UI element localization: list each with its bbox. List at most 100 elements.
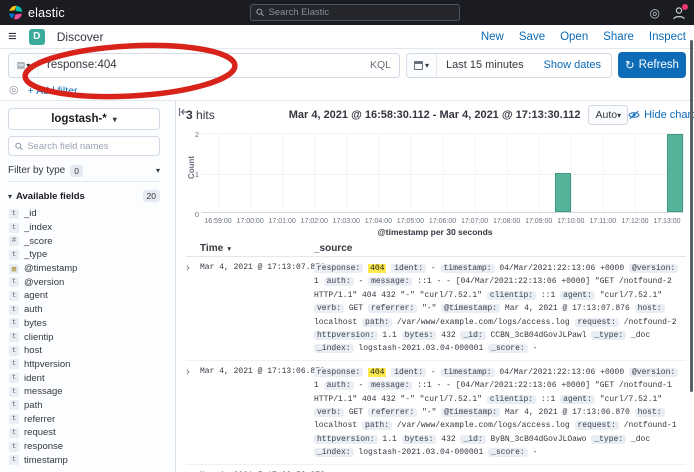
field-list-item[interactable]: tauth: [9, 303, 175, 317]
x-tick-label: 17:12:00: [621, 218, 648, 225]
expand-doc-icon[interactable]: ›: [186, 262, 200, 356]
field-list-item[interactable]: thost: [9, 344, 175, 358]
y-tick-label: 0: [185, 210, 199, 219]
hide-chart-button[interactable]: Hide chart: [628, 109, 694, 121]
source-field-badge: httpversion:: [314, 435, 378, 444]
source-field-badge: httpversion:: [314, 331, 378, 340]
field-list-item[interactable]: tbytes: [9, 317, 175, 331]
elastic-logo[interactable]: elastic: [8, 5, 65, 20]
nav-actions: New Save Open Share Inspect: [481, 31, 686, 43]
available-fields-header[interactable]: ▾ Available fields 20: [8, 190, 160, 202]
y-tick-label: 2: [185, 130, 199, 139]
field-list-item[interactable]: tresponse: [9, 440, 175, 454]
field-list-item[interactable]: tclientip: [9, 330, 175, 344]
x-tick-label: 17:07:00: [461, 218, 488, 225]
highlighted-value: 404: [368, 368, 386, 377]
field-type-icon: t: [9, 455, 19, 465]
discover-main: 3 hits Mar 4, 2021 @ 16:58:30.112 - Mar …: [176, 101, 694, 472]
field-list-item[interactable]: t@version: [9, 275, 175, 289]
user-avatar[interactable]: [672, 6, 686, 20]
source-field-badge: agent:: [560, 395, 595, 404]
source-field-badge: referrer:: [368, 304, 417, 313]
v-gridline: [507, 134, 508, 212]
global-search[interactable]: [250, 4, 460, 21]
fields-sidebar: logstash-* ▾ Filter by type 0 ▾ ▾ Availa…: [0, 101, 176, 472]
x-tick-label: 17:10:00: [557, 218, 584, 225]
page-scrollbar[interactable]: [690, 40, 693, 392]
interval-select[interactable]: Auto▾: [588, 105, 628, 125]
field-list-item[interactable]: tmessage: [9, 385, 175, 399]
menu-icon[interactable]: ≡: [8, 29, 17, 44]
chevron-down-icon: ▾: [113, 115, 117, 124]
filter-by-type-label: Filter by type: [8, 165, 65, 176]
source-field-badge: _id:: [460, 331, 485, 340]
index-pattern-label: logstash-*: [51, 113, 107, 125]
source-field-badge: clientip:: [487, 395, 536, 404]
field-name: referrer: [24, 414, 55, 425]
query-input[interactable]: [39, 59, 362, 71]
discover-app-badge[interactable]: D: [29, 29, 45, 45]
field-type-icon: t: [9, 305, 19, 315]
field-search-input[interactable]: [27, 141, 153, 152]
expand-doc-icon[interactable]: ›: [186, 366, 200, 460]
field-type-icon: t: [9, 400, 19, 410]
source-field-badge: ident:: [391, 264, 426, 273]
nav-action-new[interactable]: New: [481, 31, 504, 43]
help-icon[interactable]: ◎: [650, 7, 660, 19]
v-gridline: [410, 134, 411, 212]
time-column-header[interactable]: Time ▼: [186, 243, 314, 254]
field-list-item[interactable]: tagent: [9, 289, 175, 303]
field-list-item[interactable]: thttpversion: [9, 358, 175, 372]
show-dates-button[interactable]: Show dates: [544, 59, 611, 71]
field-list-item[interactable]: #_score: [9, 234, 175, 248]
field-list-item[interactable]: t_index: [9, 221, 175, 235]
source-field-badge: message:: [368, 277, 412, 286]
field-name: path: [24, 400, 43, 411]
nav-action-inspect[interactable]: Inspect: [649, 31, 686, 43]
query-bar: ▤▾ KQL ▾ Last 15 minutes Show dates ↻Ref…: [0, 49, 694, 81]
global-search-input[interactable]: [268, 7, 454, 18]
field-list-item[interactable]: tident: [9, 371, 175, 385]
source-field-badge: _type:: [591, 331, 626, 340]
field-list-item[interactable]: t_type: [9, 248, 175, 262]
field-list-item[interactable]: tpath: [9, 399, 175, 413]
calendar-menu-button[interactable]: ▾: [407, 54, 437, 77]
hits-label: hits: [196, 108, 215, 122]
source-field-badge: _index:: [314, 448, 354, 457]
filter-settings-icon[interactable]: ◎: [9, 85, 19, 96]
index-pattern-selector[interactable]: logstash-* ▾: [8, 108, 160, 130]
field-search[interactable]: [8, 136, 160, 156]
field-list-item[interactable]: ▦@timestamp: [9, 262, 175, 276]
field-type-icon: t: [9, 414, 19, 424]
field-list-item[interactable]: t referrer: [9, 412, 175, 426]
filter-by-type-toggle[interactable]: Filter by type 0 ▾: [8, 162, 160, 182]
collapse-sidebar-button[interactable]: [178, 104, 188, 122]
field-list-item[interactable]: ttimestamp: [9, 453, 175, 467]
source-field-badge: host:: [635, 408, 665, 417]
histogram-bar[interactable]: [555, 173, 571, 212]
field-list-item[interactable]: trequest: [9, 426, 175, 440]
field-name: ident: [24, 373, 45, 384]
time-range-button[interactable]: Last 15 minutes: [437, 59, 533, 71]
saved-query-menu-button[interactable]: ▤▾: [9, 54, 39, 77]
table-row: ›Mar 4, 2021 @ 17:13:07.876response: 404…: [186, 257, 686, 361]
sort-desc-icon: ▼: [226, 246, 232, 253]
histogram-bar[interactable]: [667, 134, 683, 212]
nav-action-open[interactable]: Open: [560, 31, 588, 43]
add-filter-button[interactable]: + Add filter: [28, 85, 78, 97]
x-tick-label: 17:11:00: [589, 218, 616, 225]
nav-action-share[interactable]: Share: [603, 31, 634, 43]
field-type-icon: t: [9, 277, 19, 287]
refresh-button[interactable]: ↻Refresh: [618, 52, 686, 78]
collapse-left-icon: [178, 107, 188, 117]
x-tick-label: 16:59:00: [204, 218, 231, 225]
v-gridline: [635, 134, 636, 212]
available-fields-label: Available fields: [16, 191, 85, 202]
x-tick-label: 17:05:00: [397, 218, 424, 225]
field-list-item[interactable]: t_id: [9, 207, 175, 221]
nav-action-save[interactable]: Save: [519, 31, 545, 43]
v-gridline: [475, 134, 476, 212]
field-type-icon: t: [9, 387, 19, 397]
query-language-button[interactable]: KQL: [362, 59, 399, 71]
y-tick-label: 1: [185, 170, 199, 179]
